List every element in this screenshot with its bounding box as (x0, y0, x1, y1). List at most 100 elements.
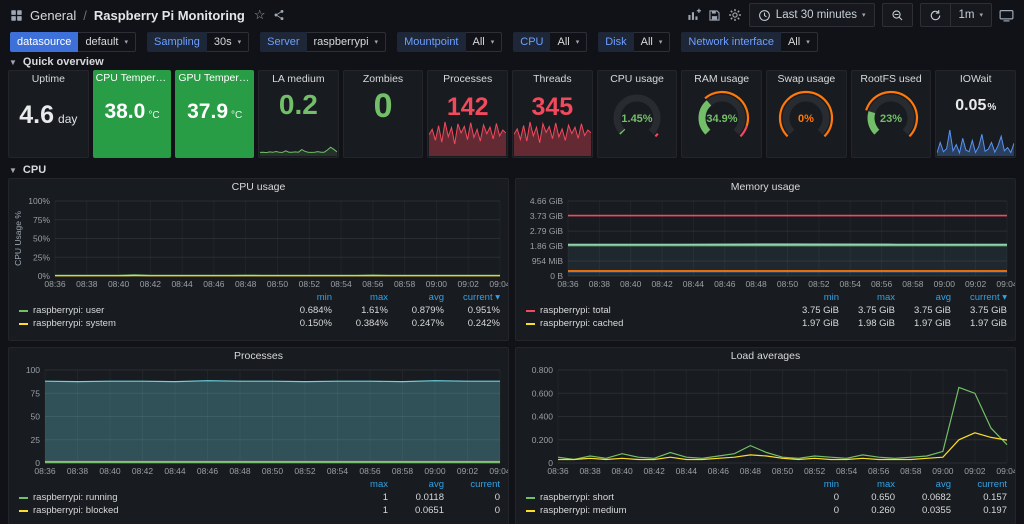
load-averages-legend: minmaxavgcurrentraspberrypi: short00.650… (516, 476, 1015, 519)
breadcrumb-section[interactable]: General (30, 8, 76, 23)
variable-server[interactable]: Server raspberrypi▾ (260, 32, 386, 52)
legend-col-avg[interactable]: avg (895, 479, 951, 490)
variable-disk[interactable]: Disk All▾ (598, 32, 670, 52)
legend-value: 0 (444, 505, 500, 516)
panel-title[interactable]: Memory usage (516, 179, 1015, 195)
svg-text:0%: 0% (798, 113, 814, 125)
legend-series-name[interactable]: raspberrypi: blocked (19, 505, 332, 516)
svg-text:08:50: 08:50 (262, 466, 284, 476)
legend-col-min[interactable]: min (783, 292, 839, 303)
legend-col-max[interactable]: max (839, 292, 895, 303)
svg-text:08:56: 08:56 (871, 279, 893, 289)
svg-text:08:52: 08:52 (808, 279, 830, 289)
legend-series-name[interactable]: raspberrypi: user (19, 305, 276, 316)
threads-sparkline (514, 120, 591, 156)
variable-datasource[interactable]: datasource default▾ (10, 32, 136, 52)
variable-network-interface[interactable]: Network interface All▾ (681, 32, 817, 52)
legend-col-current[interactable]: current ▾ (951, 292, 1007, 303)
svg-text:09:02: 09:02 (965, 279, 987, 289)
panel-title[interactable]: Processes (9, 348, 508, 364)
legend-col-avg[interactable]: avg (388, 292, 444, 303)
legend-col-max[interactable]: max (332, 292, 388, 303)
panel-title[interactable]: RootFS used (852, 71, 931, 87)
panel-title[interactable]: Processes (428, 71, 507, 87)
panel-title[interactable]: CPU usage (9, 179, 508, 195)
row-header-quick-overview[interactable]: ▼ Quick overview (0, 54, 1024, 70)
apps-grid-icon[interactable] (10, 9, 23, 22)
share-icon[interactable] (273, 9, 285, 21)
legend-col-avg[interactable]: avg (895, 292, 951, 303)
legend-col-current[interactable]: current (444, 479, 500, 490)
legend-row: raspberrypi: medium00.2600.03550.197 (526, 504, 1007, 517)
legend-col-max[interactable]: max (839, 479, 895, 490)
legend-value: 3.75 GiB (839, 305, 895, 316)
cpu-usage-plot[interactable]: CPU Usage %0%25%50%75%100%08:3608:3808:4… (9, 195, 508, 289)
legend-col-current[interactable]: current ▾ (444, 292, 500, 303)
chevron-down-icon: ▾ (659, 38, 663, 46)
legend-col-min[interactable]: min (783, 479, 839, 490)
panel-cpu-temperature: CPU Temperat... 38.0°C (93, 70, 172, 158)
panel-title[interactable]: GPU Temperat... (175, 70, 254, 86)
panel-title[interactable]: Threads (513, 71, 592, 87)
legend-value: 3.75 GiB (895, 305, 951, 316)
panel-title[interactable]: Load averages (516, 348, 1015, 364)
zoom-out-time-button[interactable] (882, 3, 913, 27)
memory-usage-plot[interactable]: 0 B954 MiB1.86 GiB2.79 GiB3.73 GiB4.66 G… (516, 195, 1015, 289)
svg-text:100%: 100% (28, 196, 50, 206)
svg-text:08:44: 08:44 (683, 279, 705, 289)
chevron-down-icon: ▾ (862, 11, 866, 19)
variable-cpu[interactable]: CPU All▾ (513, 32, 587, 52)
svg-text:1.45%: 1.45% (621, 113, 652, 125)
svg-text:09:00: 09:00 (932, 466, 954, 476)
star-icon[interactable]: ☆ (254, 7, 266, 23)
legend-col-current[interactable]: current (951, 479, 1007, 490)
panel-title[interactable]: RAM usage (682, 71, 761, 87)
svg-text:08:44: 08:44 (676, 466, 698, 476)
panel-title[interactable]: CPU Temperat... (93, 70, 172, 86)
legend-value: 1.61% (332, 305, 388, 316)
panel-processes-chart: Processes 025507510008:3608:3808:4008:42… (8, 347, 509, 524)
legend-value: 1.97 GiB (951, 318, 1007, 329)
legend-value: 0.260 (839, 505, 895, 516)
processes-plot[interactable]: 025507510008:3608:3808:4008:4208:4408:46… (9, 364, 508, 476)
row-header-cpu[interactable]: ▼ CPU (0, 162, 1024, 178)
legend-value: 0.242% (444, 318, 500, 329)
panel-title[interactable]: IOWait (936, 71, 1015, 87)
svg-text:25: 25 (31, 435, 41, 445)
time-range-picker[interactable]: Last 30 minutes ▾ (749, 3, 875, 27)
variable-mountpoint[interactable]: Mountpoint All▾ (397, 32, 502, 52)
refresh-button[interactable] (920, 3, 950, 27)
legend-series-name[interactable]: raspberrypi: total (526, 305, 783, 316)
svg-text:0.800: 0.800 (532, 365, 554, 375)
cpu-row-panels: CPU usage CPU Usage %0%25%50%75%100%08:3… (8, 178, 1016, 524)
chevron-down-icon: ▾ (375, 38, 379, 46)
legend-series-name[interactable]: raspberrypi: system (19, 318, 276, 329)
save-dashboard-icon[interactable] (708, 9, 721, 22)
add-panel-icon[interactable] (687, 8, 701, 22)
panel-la-medium: LA medium 0.2 (258, 70, 339, 158)
legend-col-avg[interactable]: avg (388, 479, 444, 490)
legend-col-min[interactable]: min (276, 292, 332, 303)
kiosk-tv-icon[interactable] (999, 8, 1014, 23)
refresh-interval-picker[interactable]: 1m ▾ (950, 3, 993, 27)
legend-series-name[interactable]: raspberrypi: medium (526, 505, 783, 516)
legend-value: 0.650 (839, 492, 895, 503)
panel-title[interactable]: Zombies (344, 71, 423, 87)
legend-series-name[interactable]: raspberrypi: cached (526, 318, 783, 329)
panel-title[interactable]: CPU usage (598, 71, 677, 87)
load-averages-plot[interactable]: 00.2000.4000.6000.80008:3608:3808:4008:4… (516, 364, 1015, 476)
svg-text:08:46: 08:46 (203, 279, 225, 289)
panel-title[interactable]: LA medium (259, 71, 338, 87)
legend-col-max[interactable]: max (332, 479, 388, 490)
panel-title[interactable]: Swap usage (767, 71, 846, 87)
svg-text:08:52: 08:52 (804, 466, 826, 476)
legend-series-name[interactable]: raspberrypi: short (526, 492, 783, 503)
panel-title[interactable]: Uptime (9, 71, 88, 87)
legend-row: raspberrypi: running10.01180 (19, 491, 500, 504)
panel-ram-usage-gauge: RAM usage 34.9% (681, 70, 762, 158)
dashboard-settings-gear-icon[interactable] (728, 8, 742, 22)
svg-text:09:02: 09:02 (964, 466, 986, 476)
legend-series-name[interactable]: raspberrypi: running (19, 492, 332, 503)
legend-header: minmaxavgcurrent (526, 478, 1007, 491)
variable-sampling[interactable]: Sampling 30s▾ (147, 32, 249, 52)
